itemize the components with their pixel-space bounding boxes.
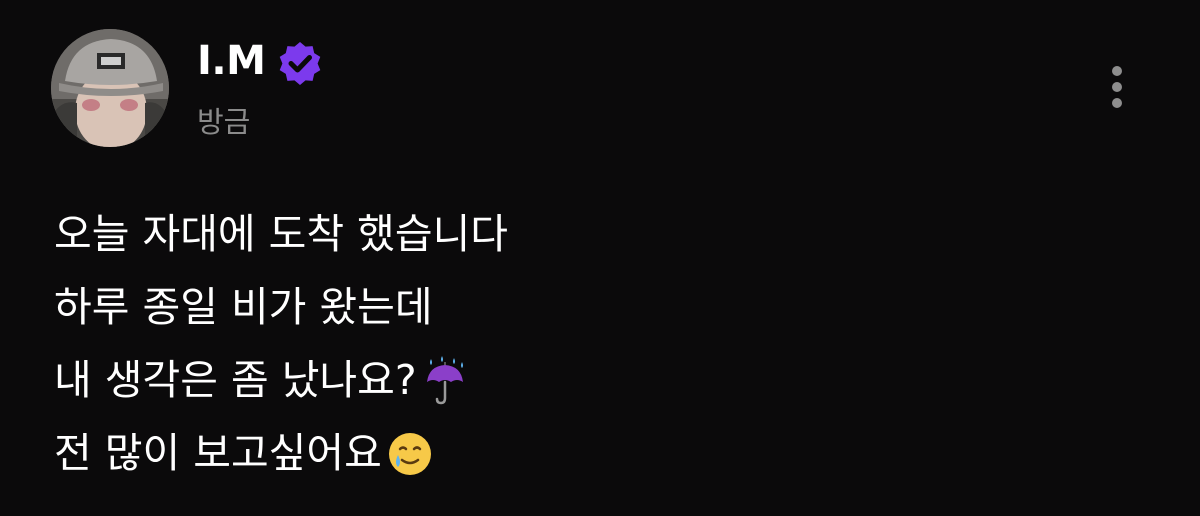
- smiling-face-with-tear-icon: [388, 432, 431, 475]
- post-line: 내 생각은 좀 났나요?: [54, 344, 508, 417]
- post-body: 오늘 자대에 도착 했습니다 하루 종일 비가 왔는데 내 생각은 좀 났나요?…: [54, 198, 508, 490]
- post-timestamp: 방금: [197, 105, 251, 139]
- post-line-text: 전 많이 보고싶어요: [54, 429, 382, 477]
- profile-photo-icon: [51, 29, 169, 147]
- post-line-text: 하루 종일 비가 왔는데: [54, 283, 433, 331]
- post-line-text: 오늘 자대에 도착 했습니다: [54, 210, 509, 258]
- post-line: 전 많이 보고싶어요: [54, 417, 508, 490]
- author-name[interactable]: I.M: [197, 37, 266, 85]
- verified-badge-icon: [279, 42, 321, 85]
- post-line: 하루 종일 비가 왔는데: [54, 271, 508, 344]
- post-card: I.M 방금 오늘 자대에 도착 했습니다 하루 종일 비가 왔는데 내 생각은…: [0, 0, 1200, 516]
- more-options-button[interactable]: [1098, 60, 1138, 114]
- post-line: 오늘 자대에 도착 했습니다: [54, 198, 508, 271]
- umbrella-with-rain-icon: [426, 355, 463, 404]
- avatar[interactable]: [51, 29, 169, 147]
- post-line-text: 내 생각은 좀 났나요?: [54, 356, 417, 404]
- more-vertical-icon: [1112, 66, 1122, 76]
